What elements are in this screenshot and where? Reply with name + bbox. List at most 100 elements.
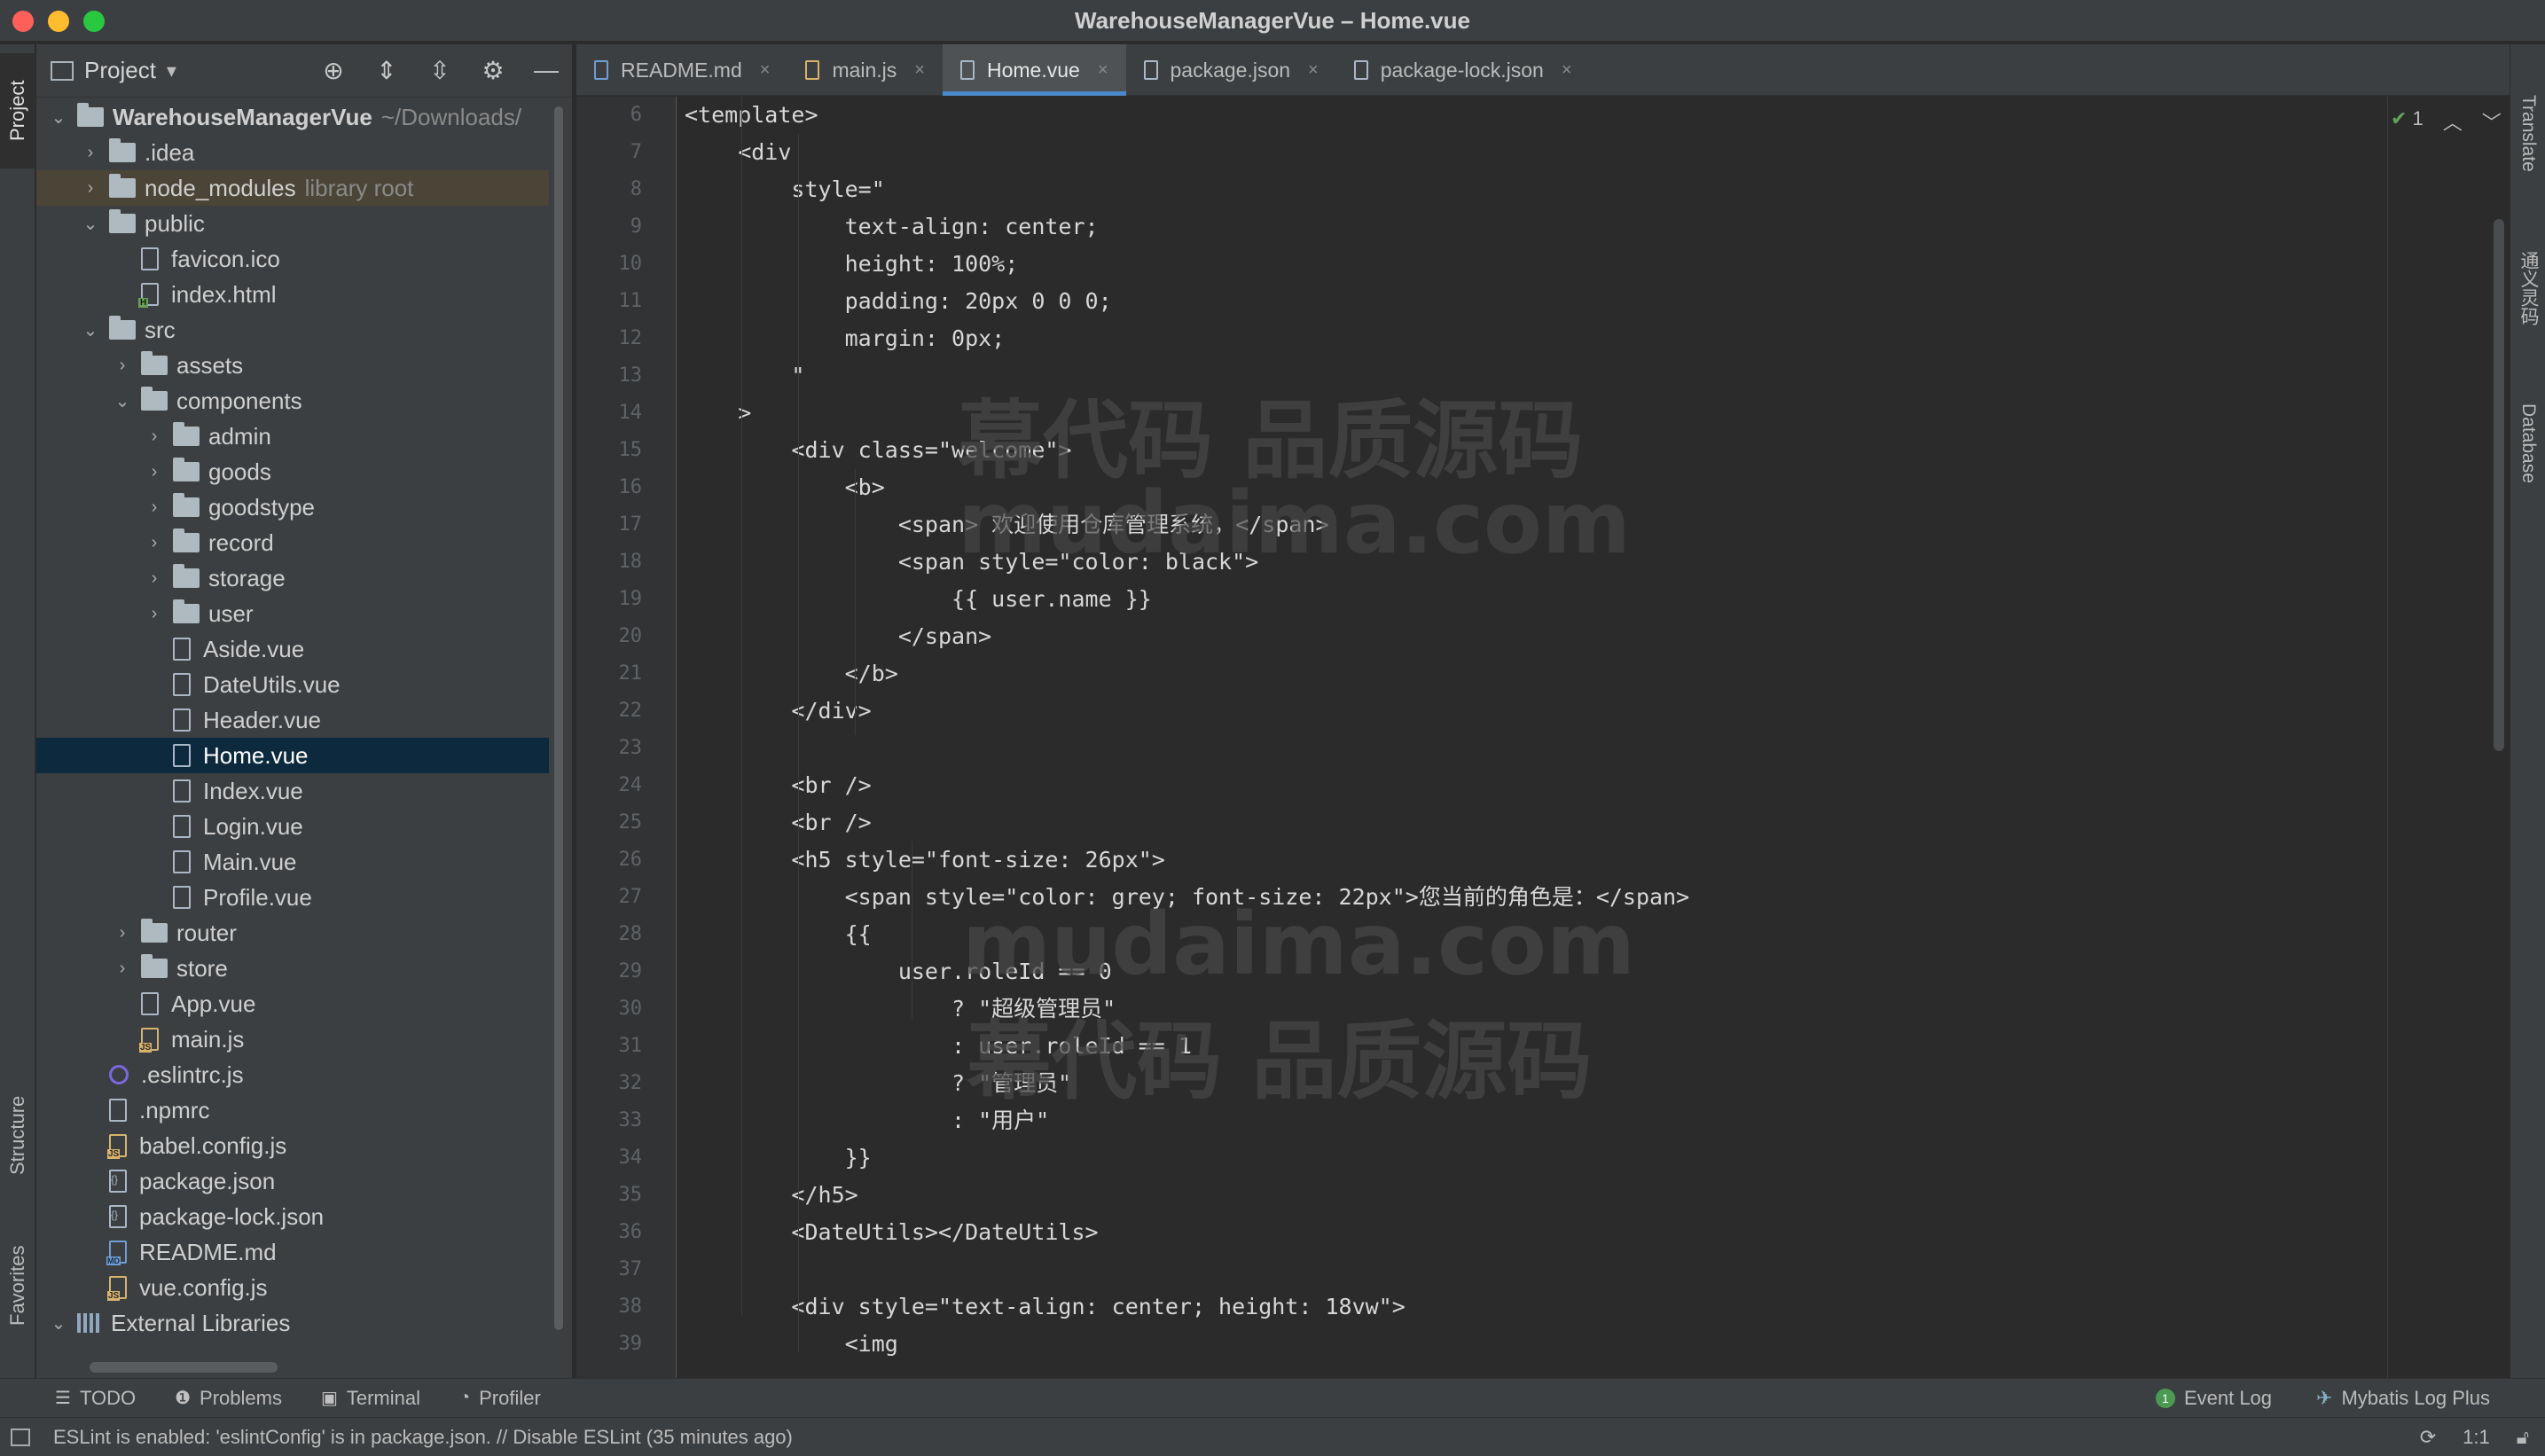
tree-item[interactable]: Main.vue bbox=[36, 844, 549, 880]
tree-item[interactable]: Login.vue bbox=[36, 809, 549, 844]
collapse-all-icon[interactable]: ⇳ bbox=[427, 55, 453, 85]
tree-item[interactable]: ⌄ components bbox=[36, 383, 549, 419]
tree-item[interactable]: favicon.ico bbox=[36, 241, 549, 277]
project-tool-label: Project bbox=[6, 80, 28, 142]
editor-tab[interactable]: package-lock.json × bbox=[1336, 44, 1590, 96]
editor-tab[interactable]: Home.vue × bbox=[942, 44, 1126, 96]
close-icon[interactable]: × bbox=[1098, 60, 1108, 81]
tree-item[interactable]: package.json bbox=[36, 1163, 549, 1199]
tree-item[interactable]: .eslintrc.js bbox=[36, 1057, 549, 1092]
tree-item[interactable]: Index.vue bbox=[36, 773, 549, 809]
tongyi-tool-tab[interactable]: 通义灵码 bbox=[2510, 213, 2545, 364]
lock-icon[interactable]: 🔓︎ bbox=[2517, 1426, 2529, 1449]
favorites-tool-tab[interactable]: Favorites bbox=[0, 1233, 35, 1339]
line-number: 33 bbox=[618, 1109, 643, 1131]
chevron-down-icon[interactable]: ⌄ bbox=[113, 390, 132, 412]
folder-icon bbox=[141, 351, 168, 375]
tree-item[interactable]: › user bbox=[36, 596, 549, 631]
tree-item[interactable]: babel.config.js bbox=[36, 1128, 549, 1163]
tree-item[interactable]: › goodstype bbox=[36, 489, 549, 525]
chevron-right-icon[interactable]: › bbox=[145, 497, 164, 518]
chevron-right-icon[interactable]: › bbox=[145, 533, 164, 553]
editor-tab[interactable]: main.js × bbox=[787, 44, 943, 96]
eslint-icon bbox=[109, 1065, 129, 1084]
close-icon[interactable]: × bbox=[1562, 60, 1572, 81]
chevron-right-icon[interactable]: › bbox=[113, 356, 132, 376]
next-highlight-icon[interactable]: ﹀ bbox=[2482, 107, 2502, 136]
tree-item[interactable]: › admin bbox=[36, 419, 549, 454]
json-file-icon bbox=[1353, 60, 1368, 80]
chevron-right-icon[interactable]: › bbox=[145, 427, 164, 447]
expand-all-icon[interactable]: ⇕ bbox=[373, 55, 400, 85]
tree-item[interactable]: main.js bbox=[36, 1022, 549, 1057]
database-tool-tab[interactable]: Database bbox=[2510, 364, 2545, 523]
tree-item[interactable]: › storage bbox=[36, 560, 549, 596]
tree-item[interactable]: Header.vue bbox=[36, 702, 549, 738]
tree-item[interactable]: Profile.vue bbox=[36, 880, 549, 915]
chevron-right-icon[interactable]: › bbox=[81, 143, 100, 163]
translate-tool-tab[interactable]: Translate bbox=[2510, 62, 2545, 204]
chevron-right-icon[interactable]: › bbox=[145, 568, 164, 589]
chevron-down-icon[interactable]: ⌄ bbox=[81, 319, 100, 341]
tree-item[interactable]: ⌄ External Libraries bbox=[36, 1305, 549, 1341]
caret-position[interactable]: 1:1 bbox=[2463, 1426, 2490, 1449]
tree-item[interactable]: › router bbox=[36, 915, 549, 951]
project-tree-scroll-thumb[interactable] bbox=[554, 106, 563, 1330]
project-tree-scrollbar[interactable] bbox=[552, 98, 565, 1339]
editor-tab[interactable]: package.json × bbox=[1126, 44, 1336, 96]
structure-tool-tab[interactable]: Structure bbox=[0, 1082, 35, 1188]
git-status-icon[interactable]: ⟳ bbox=[2420, 1426, 2436, 1449]
todo-tool-button[interactable]: ☰ TODO bbox=[55, 1387, 136, 1410]
tree-item[interactable]: App.vue bbox=[36, 986, 549, 1022]
profiler-tool-button[interactable]: ◔ Profiler bbox=[459, 1387, 541, 1410]
chevron-right-icon[interactable]: › bbox=[81, 178, 100, 199]
inspection-widget[interactable]: ✔ 1 ︿ ﹀ bbox=[2391, 107, 2502, 136]
locate-file-icon[interactable]: ⊕ bbox=[320, 55, 347, 85]
tree-item[interactable]: › node_modules library root bbox=[36, 170, 549, 206]
chevron-right-icon[interactable]: › bbox=[113, 959, 132, 979]
tree-item[interactable]: › record bbox=[36, 525, 549, 560]
previous-highlight-icon[interactable]: ︿ bbox=[2443, 107, 2463, 136]
tree-item[interactable]: ⌄ src bbox=[36, 312, 549, 348]
code-editor[interactable]: 6 7 8 9 10 11 12 13 14 15 16 17 18 19 20 21 22 23 24 25 26 27… bbox=[576, 97, 2510, 1378]
chevron-down-icon[interactable]: ⌄ bbox=[49, 106, 68, 129]
editor-tab[interactable]: README.md × bbox=[576, 44, 787, 96]
tree-item[interactable]: Aside.vue bbox=[36, 631, 549, 667]
chevron-right-icon[interactable]: › bbox=[145, 462, 164, 482]
mybatis-log-button[interactable]: ✈ Mybatis Log Plus bbox=[2316, 1387, 2490, 1410]
chevron-right-icon[interactable]: › bbox=[113, 923, 132, 943]
chevron-down-icon[interactable]: ⌄ bbox=[49, 1312, 68, 1335]
tree-item[interactable]: package-lock.json bbox=[36, 1199, 549, 1234]
tree-item[interactable]: ⌄ WarehouseManagerVue ~/Downloads/ bbox=[36, 99, 549, 135]
tree-item[interactable]: › .idea bbox=[36, 135, 549, 170]
tree-item[interactable]: Home.vue bbox=[36, 738, 549, 773]
close-icon[interactable]: × bbox=[1308, 60, 1319, 81]
hide-panel-icon[interactable]: — bbox=[533, 55, 560, 85]
editor-scrollbar-thumb[interactable] bbox=[2494, 219, 2504, 751]
project-tree-hscroll-thumb[interactable] bbox=[90, 1362, 278, 1373]
close-icon[interactable]: × bbox=[914, 60, 925, 81]
close-icon[interactable]: × bbox=[760, 60, 771, 81]
gear-icon[interactable]: ⚙ bbox=[480, 55, 506, 85]
tree-item[interactable]: .npmrc bbox=[36, 1092, 549, 1128]
tree-item[interactable]: index.html bbox=[36, 277, 549, 312]
tree-item[interactable]: › assets bbox=[36, 348, 549, 383]
tree-item[interactable]: DateUtils.vue bbox=[36, 667, 549, 702]
event-log-button[interactable]: 1 Event Log bbox=[2155, 1387, 2272, 1410]
tree-item[interactable]: › goods bbox=[36, 454, 549, 489]
terminal-tool-button[interactable]: ▣ Terminal bbox=[321, 1387, 420, 1410]
chevron-right-icon[interactable]: › bbox=[145, 604, 164, 624]
status-message[interactable]: ESLint is enabled: 'eslintConfig' is in … bbox=[53, 1426, 793, 1449]
toggle-tool-windows-icon[interactable] bbox=[11, 1428, 30, 1446]
line-number: 7 bbox=[630, 141, 642, 163]
chevron-down-icon[interactable]: ⌄ bbox=[81, 213, 100, 235]
tree-item[interactable]: README.md bbox=[36, 1234, 549, 1270]
tree-item[interactable]: vue.config.js bbox=[36, 1270, 549, 1305]
tree-item[interactable]: › store bbox=[36, 951, 549, 986]
tree-item-label: Login.vue bbox=[203, 812, 303, 840]
problems-tool-button[interactable]: ❶ Problems bbox=[175, 1387, 282, 1410]
tree-item[interactable]: ⌄ public bbox=[36, 206, 549, 241]
chevron-down-icon[interactable]: ▾ bbox=[167, 59, 176, 82]
project-tool-tab[interactable]: Project bbox=[0, 53, 35, 168]
project-view-selector[interactable]: Project bbox=[84, 57, 156, 84]
